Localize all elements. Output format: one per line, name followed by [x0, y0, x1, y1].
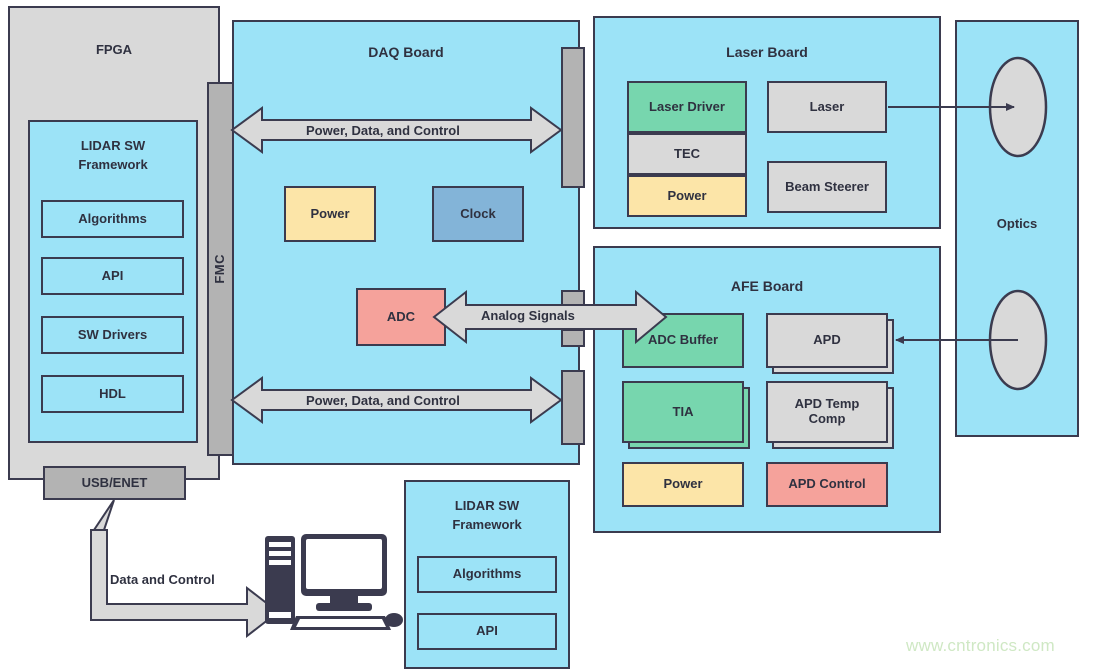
afe-apd-temp-comp-line1: APD Temp: [794, 396, 860, 412]
afe-chip-adc-buffer[interactable]: ADC Buffer: [622, 313, 744, 368]
host-framework-title-line2: Framework: [452, 517, 522, 532]
daq-chip-clock[interactable]: Clock: [432, 186, 524, 242]
fpga-framework-item-api[interactable]: API: [41, 257, 184, 295]
fpga-framework-title-line2: Framework: [78, 157, 148, 172]
afe-apd-temp-comp-line2: Comp: [808, 411, 846, 426]
afe-chip-apd-temp-comp-stack: APD Temp Comp: [766, 381, 900, 449]
laser-chip-laser-driver[interactable]: Laser Driver: [627, 81, 747, 133]
fpga-framework-item-sw-drivers[interactable]: SW Drivers: [41, 316, 184, 354]
usb-enet-port[interactable]: USB/ENET: [43, 466, 186, 500]
arrow-label-power-data-control-top: Power, Data, and Control: [306, 123, 460, 138]
fpga-framework-title-line1: LIDAR SW: [80, 138, 146, 153]
afe-chip-tia-stack: TIA: [622, 381, 756, 449]
optics-title: Optics: [996, 216, 1038, 231]
laser-chip-laser[interactable]: Laser: [767, 81, 887, 133]
lidar-block-diagram: FPGA LIDAR SW Framework Algorithms API S…: [0, 0, 1098, 669]
site-watermark: www.cntronics.com: [906, 636, 1055, 655]
daq-board-title: DAQ Board: [368, 44, 444, 60]
laser-board-title: Laser Board: [726, 44, 808, 60]
daq-connector-analog-upper[interactable]: [561, 290, 585, 308]
host-framework-item-api[interactable]: API: [417, 613, 557, 650]
arrow-label-analog-signals: Analog Signals: [481, 308, 575, 323]
laser-chip-tec[interactable]: TEC: [627, 133, 747, 175]
fpga-title: FPGA: [95, 42, 133, 57]
fpga-framework-item-algorithms[interactable]: Algorithms: [41, 200, 184, 238]
fpga-framework-item-hdl[interactable]: HDL: [41, 375, 184, 413]
daq-connector-top[interactable]: [561, 47, 585, 188]
afe-chip-apd-control[interactable]: APD Control: [766, 462, 888, 507]
afe-chip-apd-temp-comp[interactable]: APD Temp Comp: [766, 381, 888, 443]
host-framework-title-line1: LIDAR SW: [454, 498, 520, 513]
afe-board-title: AFE Board: [730, 278, 804, 294]
afe-chip-apd[interactable]: APD: [766, 313, 888, 368]
daq-connector-bottom[interactable]: [561, 370, 585, 445]
fmc-label: FMC: [212, 254, 228, 284]
afe-chip-power[interactable]: Power: [622, 462, 744, 507]
desktop-computer-icon: [265, 534, 403, 630]
data-and-control-arrow: [90, 499, 280, 639]
daq-chip-adc[interactable]: ADC: [356, 288, 446, 346]
arrow-label-data-and-control: Data and Control: [110, 572, 215, 587]
afe-chip-tia[interactable]: TIA: [622, 381, 744, 443]
daq-connector-analog-lower[interactable]: [561, 329, 585, 347]
afe-chip-apd-stack: APD: [766, 313, 900, 374]
host-framework-item-algorithms[interactable]: Algorithms: [417, 556, 557, 593]
daq-chip-power[interactable]: Power: [284, 186, 376, 242]
fmc-connector[interactable]: FMC: [207, 82, 234, 456]
arrow-label-power-data-control-bottom: Power, Data, and Control: [306, 393, 460, 408]
laser-chip-power[interactable]: Power: [627, 175, 747, 217]
laser-chip-beam-steerer[interactable]: Beam Steerer: [767, 161, 887, 213]
